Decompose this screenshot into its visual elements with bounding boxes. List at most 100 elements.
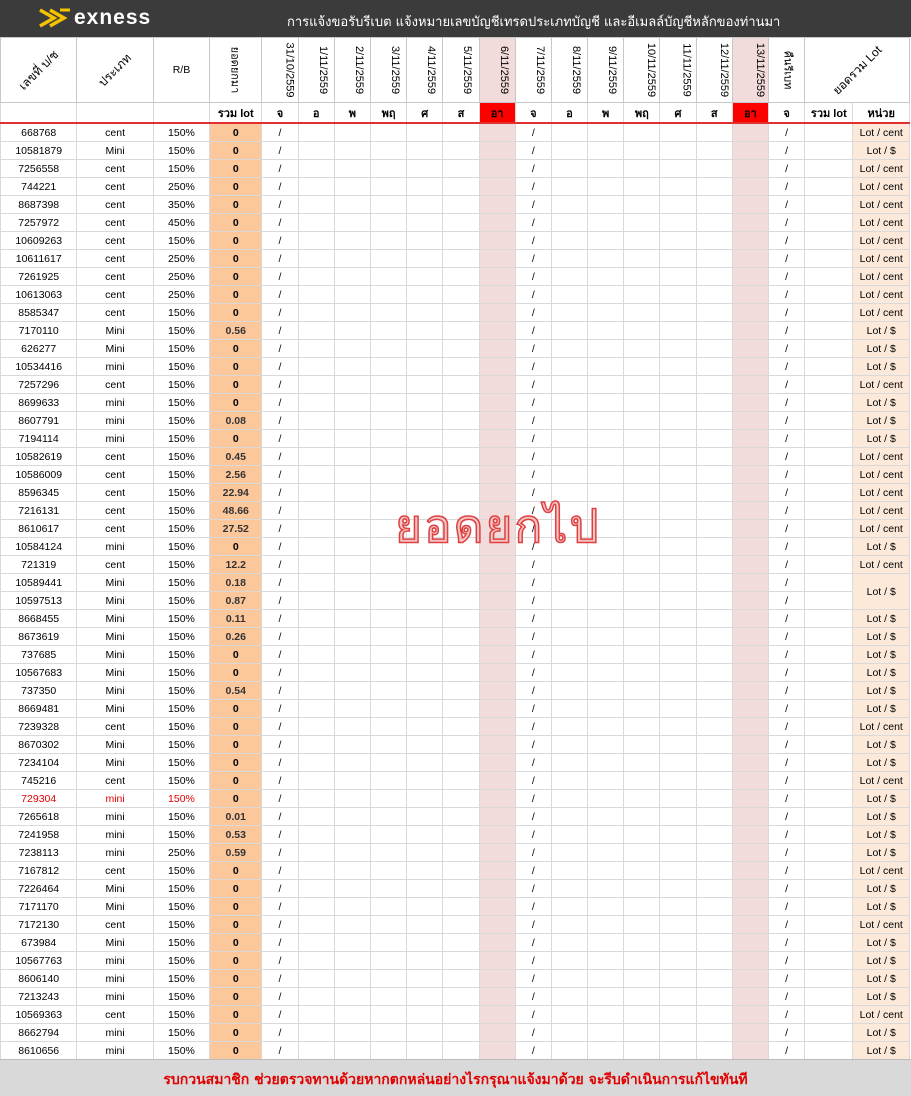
- day-cell: [442, 789, 480, 808]
- day-cell: [731, 1023, 770, 1042]
- unit-cell: Lot / cent: [852, 861, 910, 880]
- account-type: mini: [76, 357, 154, 376]
- sum-lot-cell: [804, 141, 854, 160]
- carry-lot: 0: [209, 735, 263, 754]
- carry-lot: 0: [209, 1041, 263, 1060]
- day-cell: [478, 1005, 516, 1024]
- account-number: 626277: [0, 339, 78, 358]
- unit-cell: Lot / $: [852, 141, 910, 160]
- day-cell: [333, 1041, 371, 1060]
- account-number: 7216131: [0, 501, 78, 520]
- rebate-mark: /: [768, 681, 806, 700]
- day-cell: [695, 393, 733, 412]
- day-cell: [659, 609, 697, 628]
- account-number: 7241958: [0, 825, 78, 844]
- rebate-mark: /: [768, 969, 806, 988]
- day-cell: [623, 681, 661, 700]
- account-number: 10586009: [0, 465, 78, 484]
- day-cell: [659, 483, 697, 502]
- day-cell: [297, 645, 335, 664]
- day-cell: [623, 825, 661, 844]
- day-cell: [478, 357, 516, 376]
- carry-lot: 12.2: [209, 555, 263, 574]
- sum-lot-cell: [804, 591, 854, 610]
- day-cell: [731, 519, 770, 538]
- rebate-rate: 150%: [152, 807, 211, 826]
- day-cell: [695, 447, 733, 466]
- table-row: 737350 Mini 150% 0.54// / Lot / $: [0, 681, 910, 700]
- brand-logo: exness: [38, 6, 151, 30]
- day-cell: [406, 213, 444, 232]
- day-cell: [731, 591, 770, 610]
- day-cell: [333, 843, 371, 862]
- day-cell: [731, 717, 770, 736]
- header-date-label: 11/11/2559: [681, 43, 694, 97]
- day-cell: [442, 357, 480, 376]
- day-cell: [731, 483, 770, 502]
- day-cell: [369, 573, 408, 592]
- day-cell: [659, 303, 697, 322]
- day-cell: /: [514, 699, 552, 718]
- day-cell: [297, 501, 335, 520]
- mark-cell: /: [261, 321, 299, 340]
- header-date: 6/11/2559: [478, 37, 516, 103]
- account-type: cent: [76, 159, 154, 178]
- unit-cell: Lot / cent: [852, 231, 910, 250]
- day-cell: /: [514, 969, 552, 988]
- day-cell: [297, 429, 335, 448]
- unit-cell: Lot / cent: [852, 177, 910, 196]
- day-cell: [587, 807, 625, 826]
- carry-lot: 0: [209, 915, 263, 934]
- sub-sum-lot2: รวม lot: [804, 102, 854, 124]
- sum-lot-cell: [804, 825, 854, 844]
- day-cell: [550, 1041, 589, 1060]
- account-type: Mini: [76, 699, 154, 718]
- day-cell: /: [514, 213, 552, 232]
- day-cell: /: [514, 825, 552, 844]
- mark-cell: /: [261, 195, 299, 214]
- day-cell: [695, 807, 733, 826]
- unit-cell: Lot / $: [852, 627, 910, 646]
- day-cell: [695, 879, 733, 898]
- day-cell: [333, 663, 371, 682]
- day-cell: [442, 753, 480, 772]
- carry-lot: 0: [209, 951, 263, 970]
- account-number: 737685: [0, 645, 78, 664]
- day-cell: [659, 807, 697, 826]
- unit-cell: Lot / cent: [852, 771, 910, 790]
- day-cell: [478, 213, 516, 232]
- day-cell: [587, 285, 625, 304]
- day-cell: [369, 1023, 408, 1042]
- rebate-mark: /: [768, 771, 806, 790]
- day-cell: [333, 537, 371, 556]
- day-cell: [695, 969, 733, 988]
- header-date-label: 6/11/2559: [497, 45, 510, 95]
- day-cell: /: [514, 771, 552, 790]
- rebate-rate: 250%: [152, 267, 211, 286]
- day-cell: [478, 627, 516, 646]
- day-cell: [623, 627, 661, 646]
- day-cell: [442, 681, 480, 700]
- mark-cell: /: [261, 573, 299, 592]
- day-cell: [587, 987, 625, 1006]
- day-cell: [731, 627, 770, 646]
- account-type: cent: [76, 303, 154, 322]
- rebate-rate: 150%: [152, 699, 211, 718]
- mark-cell: /: [261, 303, 299, 322]
- day-cell: [333, 141, 371, 160]
- day-cell: [731, 159, 770, 178]
- day-cell: [406, 231, 444, 250]
- day-cell: [695, 465, 733, 484]
- day-cell: [297, 717, 335, 736]
- day-cell: [442, 915, 480, 934]
- account-number: 745216: [0, 771, 78, 790]
- day-cell: [659, 879, 697, 898]
- rebate-rate: 150%: [152, 339, 211, 358]
- account-number: 7213243: [0, 987, 78, 1006]
- day-cell: [587, 663, 625, 682]
- day-cell: [333, 699, 371, 718]
- day-cell: /: [514, 177, 552, 196]
- unit-cell: Lot / cent: [852, 267, 910, 286]
- day-cell: [659, 429, 697, 448]
- sum-lot-cell: [804, 357, 854, 376]
